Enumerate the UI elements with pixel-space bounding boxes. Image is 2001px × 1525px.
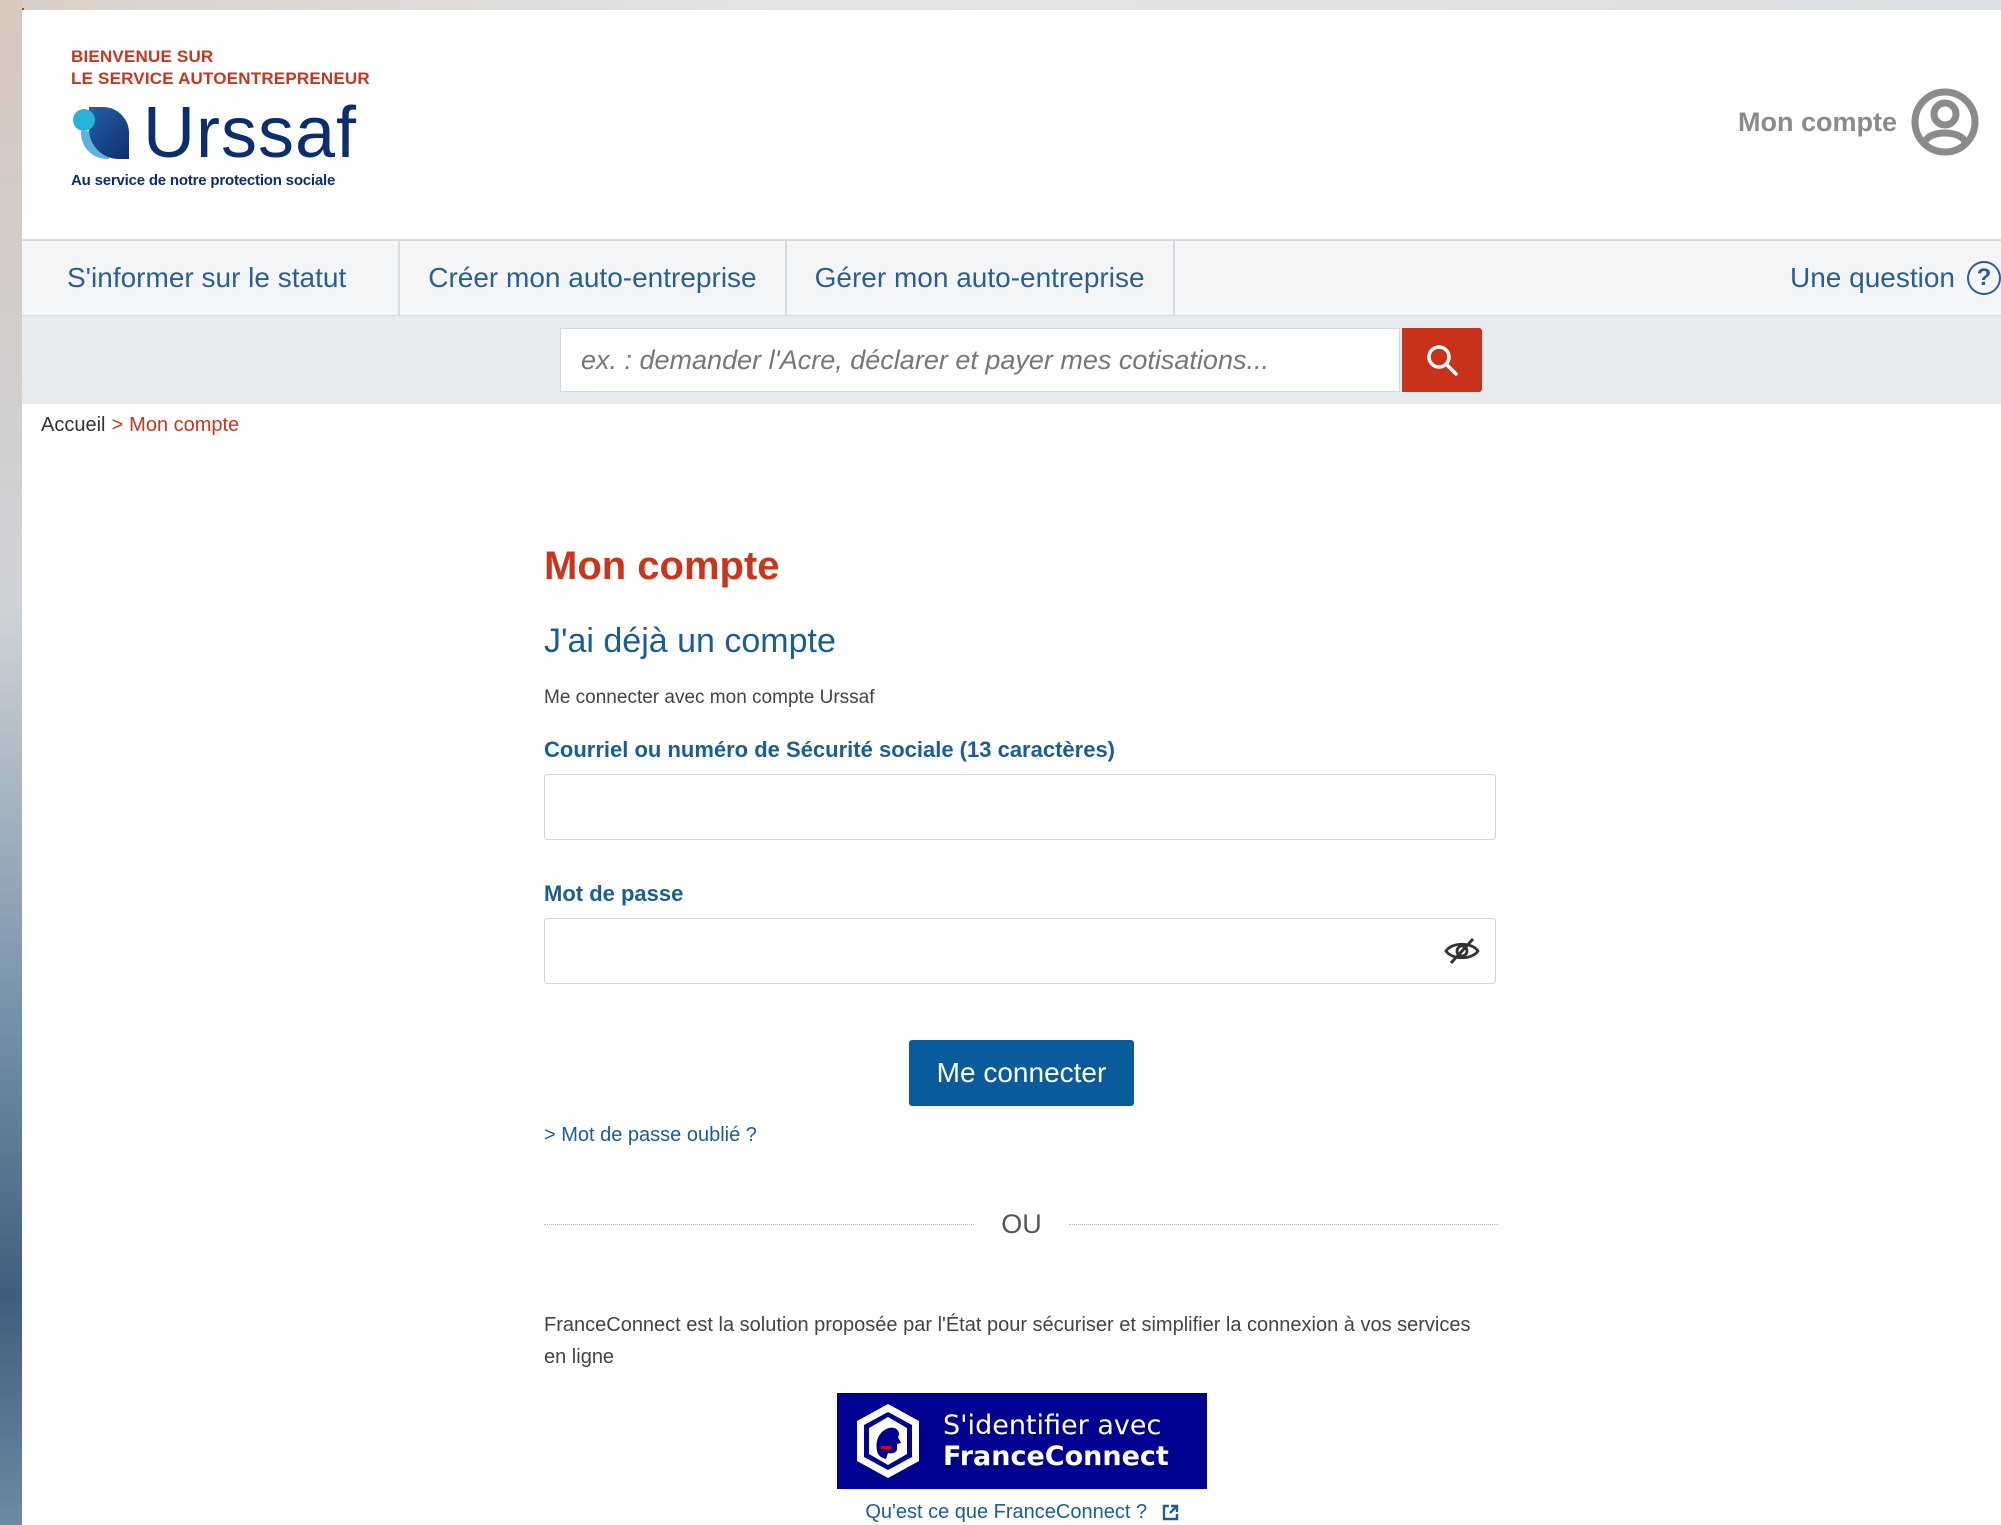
brand-tagline: Au service de notre protection sociale — [71, 172, 336, 189]
window-backdrop-left — [0, 0, 24, 1525]
franceconnect-button[interactable]: S'identifier avec FranceConnect — [837, 1393, 1207, 1489]
franceconnect-button-line1: S'identifier avec — [943, 1410, 1162, 1441]
or-divider: OU — [544, 1207, 1499, 1241]
login-field-label: Courriel ou numéro de Sécurité sociale (… — [544, 737, 1116, 762]
password-field-label: Mot de passe — [544, 881, 684, 906]
nav-item-creer[interactable]: Créer mon auto-entreprise — [400, 241, 787, 315]
breadcrumb-separator: > — [111, 414, 124, 436]
password-input[interactable] — [545, 919, 1495, 983]
external-link-icon — [1162, 1504, 1178, 1520]
page-container: BIENVENUE SUR LE SERVICE AUTOENTREPRENEU… — [22, 10, 2001, 1525]
site-logo[interactable]: BIENVENUE SUR LE SERVICE AUTOENTREPRENEU… — [71, 46, 411, 189]
site-header: BIENVENUE SUR LE SERVICE AUTOENTREPRENEU… — [22, 10, 2001, 239]
franceconnect-logo-icon — [857, 1404, 919, 1478]
forgot-password-link[interactable]: > Mot de passe oublié ? — [544, 1124, 1499, 1147]
login-panel: Mon compte J'ai déjà un compte Me connec… — [544, 540, 1499, 1524]
password-field-box — [544, 918, 1496, 984]
breadcrumb-home[interactable]: Accueil — [41, 414, 105, 436]
login-button[interactable]: Me connecter — [909, 1040, 1134, 1106]
divider-line-right — [1069, 1224, 1499, 1225]
breadcrumb-current: Mon compte — [129, 414, 240, 436]
brand-row: Urssaf — [71, 93, 411, 173]
search-input[interactable] — [561, 329, 1399, 391]
page-title: Mon compte — [544, 544, 780, 588]
login-input[interactable] — [545, 775, 1495, 839]
question-link[interactable]: Une question ? — [1790, 241, 2001, 315]
search-button[interactable] — [1402, 328, 1482, 392]
franceconnect-button-line2: FranceConnect — [943, 1441, 1169, 1472]
login-field-box — [544, 774, 1496, 840]
help-circle-icon: ? — [1967, 261, 2001, 295]
password-visibility-toggle[interactable] — [1443, 934, 1481, 968]
breadcrumb: Accueil > Mon compte — [41, 414, 239, 437]
section-title: J'ai déjà un compte — [544, 622, 836, 660]
welcome-line-2: LE SERVICE AUTOENTREPRENEUR — [71, 69, 370, 88]
search-bar — [22, 316, 2001, 404]
franceconnect-description: FranceConnect est la solution proposée p… — [544, 1314, 1471, 1368]
main-nav: S'informer sur le statut Créer mon auto-… — [22, 239, 2001, 316]
search-icon — [1427, 345, 1458, 376]
section-description: Me connecter avec mon compte Urssaf — [544, 687, 875, 708]
franceconnect-info-link[interactable]: Qu'est ce que FranceConnect ? — [837, 1501, 1207, 1524]
eye-slash-icon — [1444, 937, 1480, 965]
user-circle-icon — [1911, 88, 1979, 156]
question-label: Une question — [1789, 262, 1955, 293]
window-backdrop-top — [0, 0, 2001, 10]
nav-item-gerer[interactable]: Gérer mon auto-entreprise — [787, 241, 1175, 315]
franceconnect-button-text: S'identifier avec FranceConnect — [943, 1410, 1169, 1472]
account-button[interactable]: Mon compte — [1738, 88, 1979, 156]
franceconnect-info-label: Qu'est ce que FranceConnect ? — [865, 1501, 1148, 1523]
brand-name: Urssaf — [143, 93, 358, 173]
search-box — [560, 328, 1400, 392]
welcome-line-1: BIENVENUE SUR — [71, 47, 214, 66]
urssaf-logo-icon — [71, 103, 133, 163]
nav-item-informer[interactable]: S'informer sur le statut — [22, 241, 401, 315]
account-label: Mon compte — [1738, 106, 1897, 137]
